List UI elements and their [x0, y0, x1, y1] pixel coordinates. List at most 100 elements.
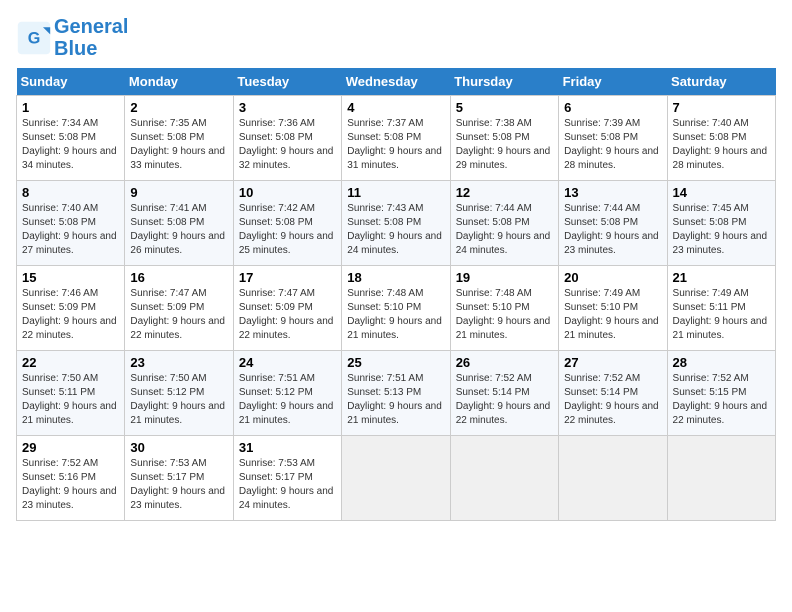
day-number: 5 [456, 100, 553, 115]
calendar-week-row: 1 Sunrise: 7:34 AM Sunset: 5:08 PM Dayli… [17, 96, 776, 181]
calendar-cell: 10 Sunrise: 7:42 AM Sunset: 5:08 PM Dayl… [233, 181, 341, 266]
day-number: 31 [239, 440, 336, 455]
calendar-cell: 17 Sunrise: 7:47 AM Sunset: 5:09 PM Dayl… [233, 266, 341, 351]
day-info: Sunrise: 7:42 AM Sunset: 5:08 PM Dayligh… [239, 203, 334, 256]
day-number: 20 [564, 270, 661, 285]
logo-text: General Blue [54, 16, 128, 60]
day-info: Sunrise: 7:52 AM Sunset: 5:14 PM Dayligh… [564, 373, 659, 426]
day-number: 29 [22, 440, 119, 455]
day-info: Sunrise: 7:43 AM Sunset: 5:08 PM Dayligh… [347, 203, 442, 256]
calendar-cell: 1 Sunrise: 7:34 AM Sunset: 5:08 PM Dayli… [17, 96, 125, 181]
calendar-cell [559, 436, 667, 521]
day-info: Sunrise: 7:44 AM Sunset: 5:08 PM Dayligh… [456, 203, 551, 256]
weekday-header: Tuesday [233, 68, 341, 96]
day-info: Sunrise: 7:53 AM Sunset: 5:17 PM Dayligh… [239, 458, 334, 511]
calendar-cell: 31 Sunrise: 7:53 AM Sunset: 5:17 PM Dayl… [233, 436, 341, 521]
day-number: 27 [564, 355, 661, 370]
day-number: 2 [130, 100, 227, 115]
calendar-cell: 25 Sunrise: 7:51 AM Sunset: 5:13 PM Dayl… [342, 351, 450, 436]
calendar-cell: 4 Sunrise: 7:37 AM Sunset: 5:08 PM Dayli… [342, 96, 450, 181]
day-number: 18 [347, 270, 444, 285]
calendar-cell: 15 Sunrise: 7:46 AM Sunset: 5:09 PM Dayl… [17, 266, 125, 351]
logo: G General Blue [16, 16, 128, 60]
calendar-cell: 5 Sunrise: 7:38 AM Sunset: 5:08 PM Dayli… [450, 96, 558, 181]
day-info: Sunrise: 7:48 AM Sunset: 5:10 PM Dayligh… [456, 288, 551, 341]
day-info: Sunrise: 7:35 AM Sunset: 5:08 PM Dayligh… [130, 118, 225, 171]
day-number: 21 [673, 270, 770, 285]
calendar-cell: 26 Sunrise: 7:52 AM Sunset: 5:14 PM Dayl… [450, 351, 558, 436]
calendar-cell: 11 Sunrise: 7:43 AM Sunset: 5:08 PM Dayl… [342, 181, 450, 266]
calendar-body: 1 Sunrise: 7:34 AM Sunset: 5:08 PM Dayli… [17, 96, 776, 521]
day-info: Sunrise: 7:34 AM Sunset: 5:08 PM Dayligh… [22, 118, 117, 171]
calendar-cell: 30 Sunrise: 7:53 AM Sunset: 5:17 PM Dayl… [125, 436, 233, 521]
weekday-header: Saturday [667, 68, 775, 96]
day-info: Sunrise: 7:52 AM Sunset: 5:14 PM Dayligh… [456, 373, 551, 426]
calendar-cell [450, 436, 558, 521]
calendar-cell: 21 Sunrise: 7:49 AM Sunset: 5:11 PM Dayl… [667, 266, 775, 351]
day-number: 16 [130, 270, 227, 285]
day-info: Sunrise: 7:40 AM Sunset: 5:08 PM Dayligh… [22, 203, 117, 256]
day-info: Sunrise: 7:51 AM Sunset: 5:12 PM Dayligh… [239, 373, 334, 426]
day-info: Sunrise: 7:48 AM Sunset: 5:10 PM Dayligh… [347, 288, 442, 341]
day-info: Sunrise: 7:49 AM Sunset: 5:10 PM Dayligh… [564, 288, 659, 341]
day-number: 13 [564, 185, 661, 200]
calendar-cell: 7 Sunrise: 7:40 AM Sunset: 5:08 PM Dayli… [667, 96, 775, 181]
calendar-week-row: 15 Sunrise: 7:46 AM Sunset: 5:09 PM Dayl… [17, 266, 776, 351]
calendar-cell: 8 Sunrise: 7:40 AM Sunset: 5:08 PM Dayli… [17, 181, 125, 266]
calendar-cell: 22 Sunrise: 7:50 AM Sunset: 5:11 PM Dayl… [17, 351, 125, 436]
day-number: 28 [673, 355, 770, 370]
calendar-table: SundayMondayTuesdayWednesdayThursdayFrid… [16, 68, 776, 521]
day-info: Sunrise: 7:51 AM Sunset: 5:13 PM Dayligh… [347, 373, 442, 426]
logo-icon: G [16, 20, 52, 56]
day-info: Sunrise: 7:44 AM Sunset: 5:08 PM Dayligh… [564, 203, 659, 256]
calendar-cell: 14 Sunrise: 7:45 AM Sunset: 5:08 PM Dayl… [667, 181, 775, 266]
calendar-cell: 16 Sunrise: 7:47 AM Sunset: 5:09 PM Dayl… [125, 266, 233, 351]
day-info: Sunrise: 7:46 AM Sunset: 5:09 PM Dayligh… [22, 288, 117, 341]
day-number: 30 [130, 440, 227, 455]
weekday-header-row: SundayMondayTuesdayWednesdayThursdayFrid… [17, 68, 776, 96]
day-number: 23 [130, 355, 227, 370]
weekday-header: Sunday [17, 68, 125, 96]
calendar-cell: 20 Sunrise: 7:49 AM Sunset: 5:10 PM Dayl… [559, 266, 667, 351]
day-number: 12 [456, 185, 553, 200]
day-number: 7 [673, 100, 770, 115]
day-info: Sunrise: 7:52 AM Sunset: 5:15 PM Dayligh… [673, 373, 768, 426]
calendar-cell: 9 Sunrise: 7:41 AM Sunset: 5:08 PM Dayli… [125, 181, 233, 266]
day-info: Sunrise: 7:37 AM Sunset: 5:08 PM Dayligh… [347, 118, 442, 171]
day-number: 8 [22, 185, 119, 200]
day-info: Sunrise: 7:49 AM Sunset: 5:11 PM Dayligh… [673, 288, 768, 341]
day-info: Sunrise: 7:47 AM Sunset: 5:09 PM Dayligh… [239, 288, 334, 341]
calendar-cell: 12 Sunrise: 7:44 AM Sunset: 5:08 PM Dayl… [450, 181, 558, 266]
weekday-header: Wednesday [342, 68, 450, 96]
day-number: 24 [239, 355, 336, 370]
day-number: 3 [239, 100, 336, 115]
calendar-week-row: 29 Sunrise: 7:52 AM Sunset: 5:16 PM Dayl… [17, 436, 776, 521]
calendar-header: SundayMondayTuesdayWednesdayThursdayFrid… [17, 68, 776, 96]
day-number: 9 [130, 185, 227, 200]
day-number: 26 [456, 355, 553, 370]
day-info: Sunrise: 7:52 AM Sunset: 5:16 PM Dayligh… [22, 458, 117, 511]
calendar-cell: 28 Sunrise: 7:52 AM Sunset: 5:15 PM Dayl… [667, 351, 775, 436]
day-info: Sunrise: 7:39 AM Sunset: 5:08 PM Dayligh… [564, 118, 659, 171]
day-info: Sunrise: 7:41 AM Sunset: 5:08 PM Dayligh… [130, 203, 225, 256]
calendar-cell: 2 Sunrise: 7:35 AM Sunset: 5:08 PM Dayli… [125, 96, 233, 181]
day-number: 11 [347, 185, 444, 200]
calendar-week-row: 8 Sunrise: 7:40 AM Sunset: 5:08 PM Dayli… [17, 181, 776, 266]
svg-text:G: G [28, 29, 41, 47]
day-info: Sunrise: 7:47 AM Sunset: 5:09 PM Dayligh… [130, 288, 225, 341]
page-header: G General Blue [16, 16, 776, 60]
day-number: 6 [564, 100, 661, 115]
day-number: 17 [239, 270, 336, 285]
day-info: Sunrise: 7:40 AM Sunset: 5:08 PM Dayligh… [673, 118, 768, 171]
calendar-cell: 13 Sunrise: 7:44 AM Sunset: 5:08 PM Dayl… [559, 181, 667, 266]
calendar-cell: 6 Sunrise: 7:39 AM Sunset: 5:08 PM Dayli… [559, 96, 667, 181]
day-info: Sunrise: 7:38 AM Sunset: 5:08 PM Dayligh… [456, 118, 551, 171]
day-info: Sunrise: 7:36 AM Sunset: 5:08 PM Dayligh… [239, 118, 334, 171]
calendar-cell: 23 Sunrise: 7:50 AM Sunset: 5:12 PM Dayl… [125, 351, 233, 436]
day-info: Sunrise: 7:50 AM Sunset: 5:11 PM Dayligh… [22, 373, 117, 426]
day-number: 14 [673, 185, 770, 200]
day-number: 10 [239, 185, 336, 200]
calendar-cell: 24 Sunrise: 7:51 AM Sunset: 5:12 PM Dayl… [233, 351, 341, 436]
calendar-cell: 18 Sunrise: 7:48 AM Sunset: 5:10 PM Dayl… [342, 266, 450, 351]
day-number: 1 [22, 100, 119, 115]
